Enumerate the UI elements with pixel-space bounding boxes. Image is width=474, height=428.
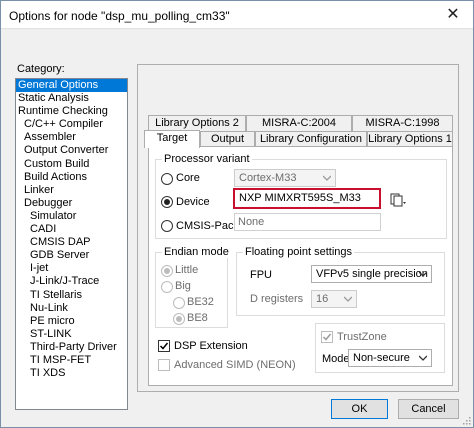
category-item[interactable]: C/C++ Compiler (16, 118, 127, 131)
tab-output[interactable]: Output (200, 131, 255, 147)
category-item[interactable]: General Options (16, 79, 127, 93)
tab-library-options-2[interactable]: Library Options 2 (148, 115, 246, 131)
category-item[interactable]: CADI (16, 223, 127, 236)
category-item[interactable]: PE micro (16, 315, 127, 328)
cmsis-pack-label: CMSIS-Pack (176, 220, 239, 232)
tab-misra-c-2004[interactable]: MISRA-C:2004 (246, 115, 352, 131)
window-title: Options for node "dsp_mu_polling_cm33" (9, 9, 230, 23)
tab-target[interactable]: Target (144, 130, 200, 148)
cmsis-pack-field[interactable]: None (234, 213, 381, 231)
mode-select[interactable]: Non-secure (348, 349, 432, 367)
category-item[interactable]: Nu-Link (16, 302, 127, 315)
be32-label: BE32 (187, 296, 214, 308)
chevron-down-icon (323, 175, 331, 181)
category-item[interactable]: ST-LINK (16, 328, 127, 341)
little-endian-radio[interactable] (161, 265, 173, 277)
category-item[interactable]: CMSIS DAP (16, 236, 127, 249)
processor-variant-title: Processor variant (162, 153, 252, 165)
chevron-down-icon (344, 296, 352, 302)
chevron-down-icon (419, 271, 427, 277)
trustzone-label: TrustZone (337, 331, 387, 343)
be8-radio[interactable] (173, 313, 185, 325)
close-icon[interactable]: ✕ (443, 5, 463, 25)
chevron-down-icon (419, 355, 427, 361)
resize-grip-icon[interactable] (461, 415, 471, 425)
category-item[interactable]: Third-Party Driver (16, 341, 127, 354)
category-item[interactable]: Assembler (16, 131, 127, 144)
core-radio[interactable] (161, 173, 173, 185)
category-item[interactable]: TI XDS (16, 367, 127, 380)
device-radio[interactable] (161, 196, 173, 208)
cmsis-pack-radio[interactable] (161, 220, 173, 232)
big-endian-label: Big (175, 280, 191, 292)
device-field[interactable]: NXP MIMXRT595S_M33 (236, 190, 378, 208)
d-registers-label: D registers (250, 293, 304, 305)
be32-radio[interactable] (173, 297, 185, 309)
core-label: Core (176, 172, 200, 184)
advanced-simd-label: Advanced SIMD (NEON) (174, 359, 296, 371)
dsp-extension-checkbox[interactable] (158, 340, 170, 352)
category-item[interactable]: I-jet (16, 262, 127, 275)
category-item[interactable]: Output Converter (16, 144, 127, 157)
device-browse-icon[interactable] (389, 191, 407, 209)
title-bar: Options for node "dsp_mu_polling_cm33" ✕ (1, 1, 473, 29)
category-item[interactable]: TI Stellaris (16, 289, 127, 302)
cancel-button[interactable]: Cancel (398, 399, 459, 419)
category-item[interactable]: Linker (16, 184, 127, 197)
be8-label: BE8 (187, 312, 208, 324)
endian-mode-title: Endian mode (162, 246, 231, 258)
checkmark-icon (322, 333, 332, 341)
category-item[interactable]: Debugger (16, 197, 127, 210)
category-item[interactable]: GDB Server (16, 249, 127, 262)
tab-misra-c-1998[interactable]: MISRA-C:1998 (352, 115, 453, 131)
core-select[interactable]: Cortex-M33 (234, 169, 336, 187)
tab-library-options-1[interactable]: Library Options 1 (367, 131, 453, 147)
category-item[interactable]: Runtime Checking (16, 105, 127, 118)
advanced-simd-checkbox[interactable] (158, 359, 170, 371)
mode-label: Mode (322, 353, 350, 365)
dsp-extension-label: DSP Extension (174, 340, 248, 352)
fpu-label: FPU (250, 269, 272, 281)
checkmark-icon (159, 342, 169, 350)
tab-library-configuration[interactable]: Library Configuration (255, 131, 367, 147)
fpu-select[interactable]: VFPv5 single precision (311, 265, 432, 283)
category-item[interactable]: Build Actions (16, 171, 127, 184)
little-endian-label: Little (175, 264, 199, 276)
category-item[interactable]: Simulator (16, 210, 127, 223)
big-endian-radio[interactable] (161, 281, 173, 293)
category-item[interactable]: J-Link/J-Trace (16, 275, 127, 288)
ok-button[interactable]: OK (331, 399, 388, 419)
category-list[interactable]: General Options Static Analysis Runtime Ch… (15, 78, 128, 410)
d-registers-select[interactable]: 16 (311, 290, 357, 308)
category-label: Category: (17, 63, 65, 75)
category-item[interactable]: Custom Build (16, 158, 127, 171)
trustzone-checkbox[interactable] (321, 331, 333, 343)
category-item[interactable]: TI MSP-FET (16, 354, 127, 367)
category-item[interactable]: Static Analysis (16, 92, 127, 105)
options-dialog: Options for node "dsp_mu_polling_cm33" ✕… (0, 0, 474, 428)
device-label: Device (176, 196, 210, 208)
floating-point-title: Floating point settings (243, 246, 355, 258)
